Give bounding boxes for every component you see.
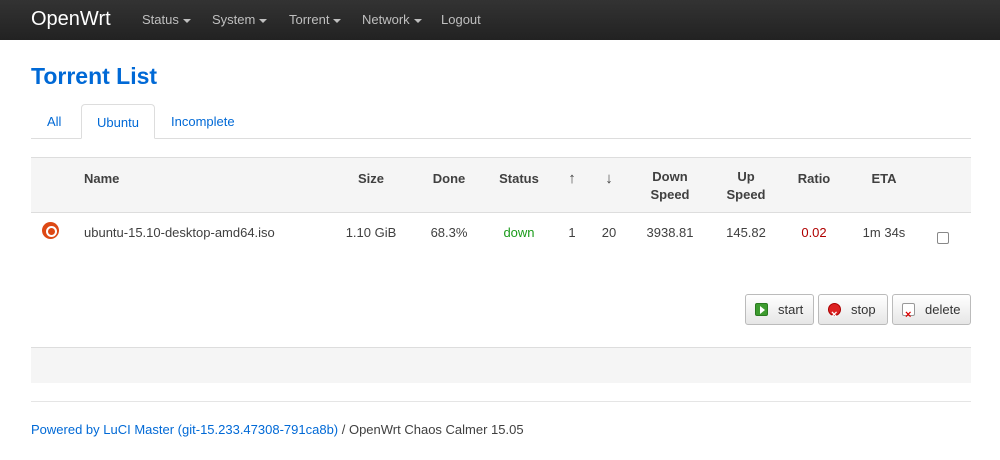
- nav-network[interactable]: Network: [362, 12, 422, 27]
- cell-down-speed: 3938.81: [646, 225, 694, 240]
- header-down-speed: Down Speed: [640, 168, 700, 204]
- start-button[interactable]: start: [745, 294, 814, 325]
- footer-divider: [31, 401, 971, 402]
- footer-version: / OpenWrt Chaos Calmer 15.05: [338, 422, 524, 437]
- tab-all[interactable]: All: [32, 104, 76, 139]
- stop-icon: [828, 301, 841, 330]
- header-done: Done: [432, 171, 466, 186]
- caret-down-icon: [259, 18, 268, 23]
- brand-logo[interactable]: OpenWrt: [31, 8, 111, 31]
- cell-name: ubuntu-15.10-desktop-amd64.iso: [84, 225, 275, 240]
- cell-seeds-up: 1: [568, 225, 576, 240]
- header-down-arrow: ↓: [605, 170, 613, 187]
- stop-button-label: stop: [851, 302, 876, 317]
- cell-size: 1.10 GiB: [345, 225, 397, 240]
- ubuntu-icon: [42, 222, 59, 239]
- start-button-label: start: [778, 302, 804, 317]
- cell-up-speed: 145.82: [726, 225, 766, 240]
- delete-button-label: delete: [925, 302, 961, 317]
- nav-logout[interactable]: Logout: [441, 12, 481, 27]
- header-down-speed-line2: Speed: [650, 187, 690, 202]
- nav-status[interactable]: Status: [142, 12, 191, 27]
- cell-peers-down: 20: [601, 225, 617, 240]
- caret-down-icon: [413, 18, 422, 23]
- caret-down-icon: [182, 18, 191, 23]
- play-icon: [755, 303, 768, 316]
- top-navbar: OpenWrt Status System Torrent Network Lo…: [0, 0, 1000, 40]
- header-down-speed-line1: Down: [652, 169, 688, 184]
- header-eta: ETA: [871, 171, 897, 186]
- caret-down-icon: [333, 18, 342, 23]
- page-footer: Powered by LuCI Master (git-15.233.47308…: [31, 422, 524, 437]
- row-select-checkbox[interactable]: [937, 232, 949, 244]
- header-size: Size: [357, 171, 384, 186]
- header-up-speed: Up Speed: [716, 168, 776, 204]
- tab-incomplete[interactable]: Incomplete: [156, 104, 250, 139]
- luci-link[interactable]: Powered by LuCI Master (git-15.233.47308…: [31, 422, 338, 437]
- form-footer-bar: [31, 347, 971, 383]
- header-up-speed-line2: Speed: [726, 187, 766, 202]
- nav-network-label: Network: [362, 12, 410, 27]
- nav-status-label: Status: [142, 12, 179, 27]
- stop-button[interactable]: stop: [818, 294, 888, 330]
- header-up-speed-line1: Up: [737, 169, 755, 184]
- nav-torrent-label: Torrent: [289, 12, 330, 27]
- nav-system[interactable]: System: [212, 12, 268, 27]
- delete-icon: [902, 301, 915, 330]
- cell-eta: 1m 34s: [862, 225, 906, 240]
- header-ratio: Ratio: [797, 171, 831, 186]
- header-up-arrow: ↑: [568, 170, 576, 187]
- cell-ratio: 0.02: [801, 225, 827, 240]
- page-title: Torrent List: [31, 63, 158, 89]
- cell-done: 68.3%: [430, 225, 468, 240]
- delete-button[interactable]: delete: [892, 294, 971, 330]
- header-status: Status: [499, 171, 539, 186]
- header-name: Name: [84, 171, 120, 186]
- tab-ubuntu[interactable]: Ubuntu: [81, 104, 155, 139]
- nav-torrent[interactable]: Torrent: [289, 12, 342, 27]
- cell-status: down: [503, 225, 535, 240]
- nav-system-label: System: [212, 12, 256, 27]
